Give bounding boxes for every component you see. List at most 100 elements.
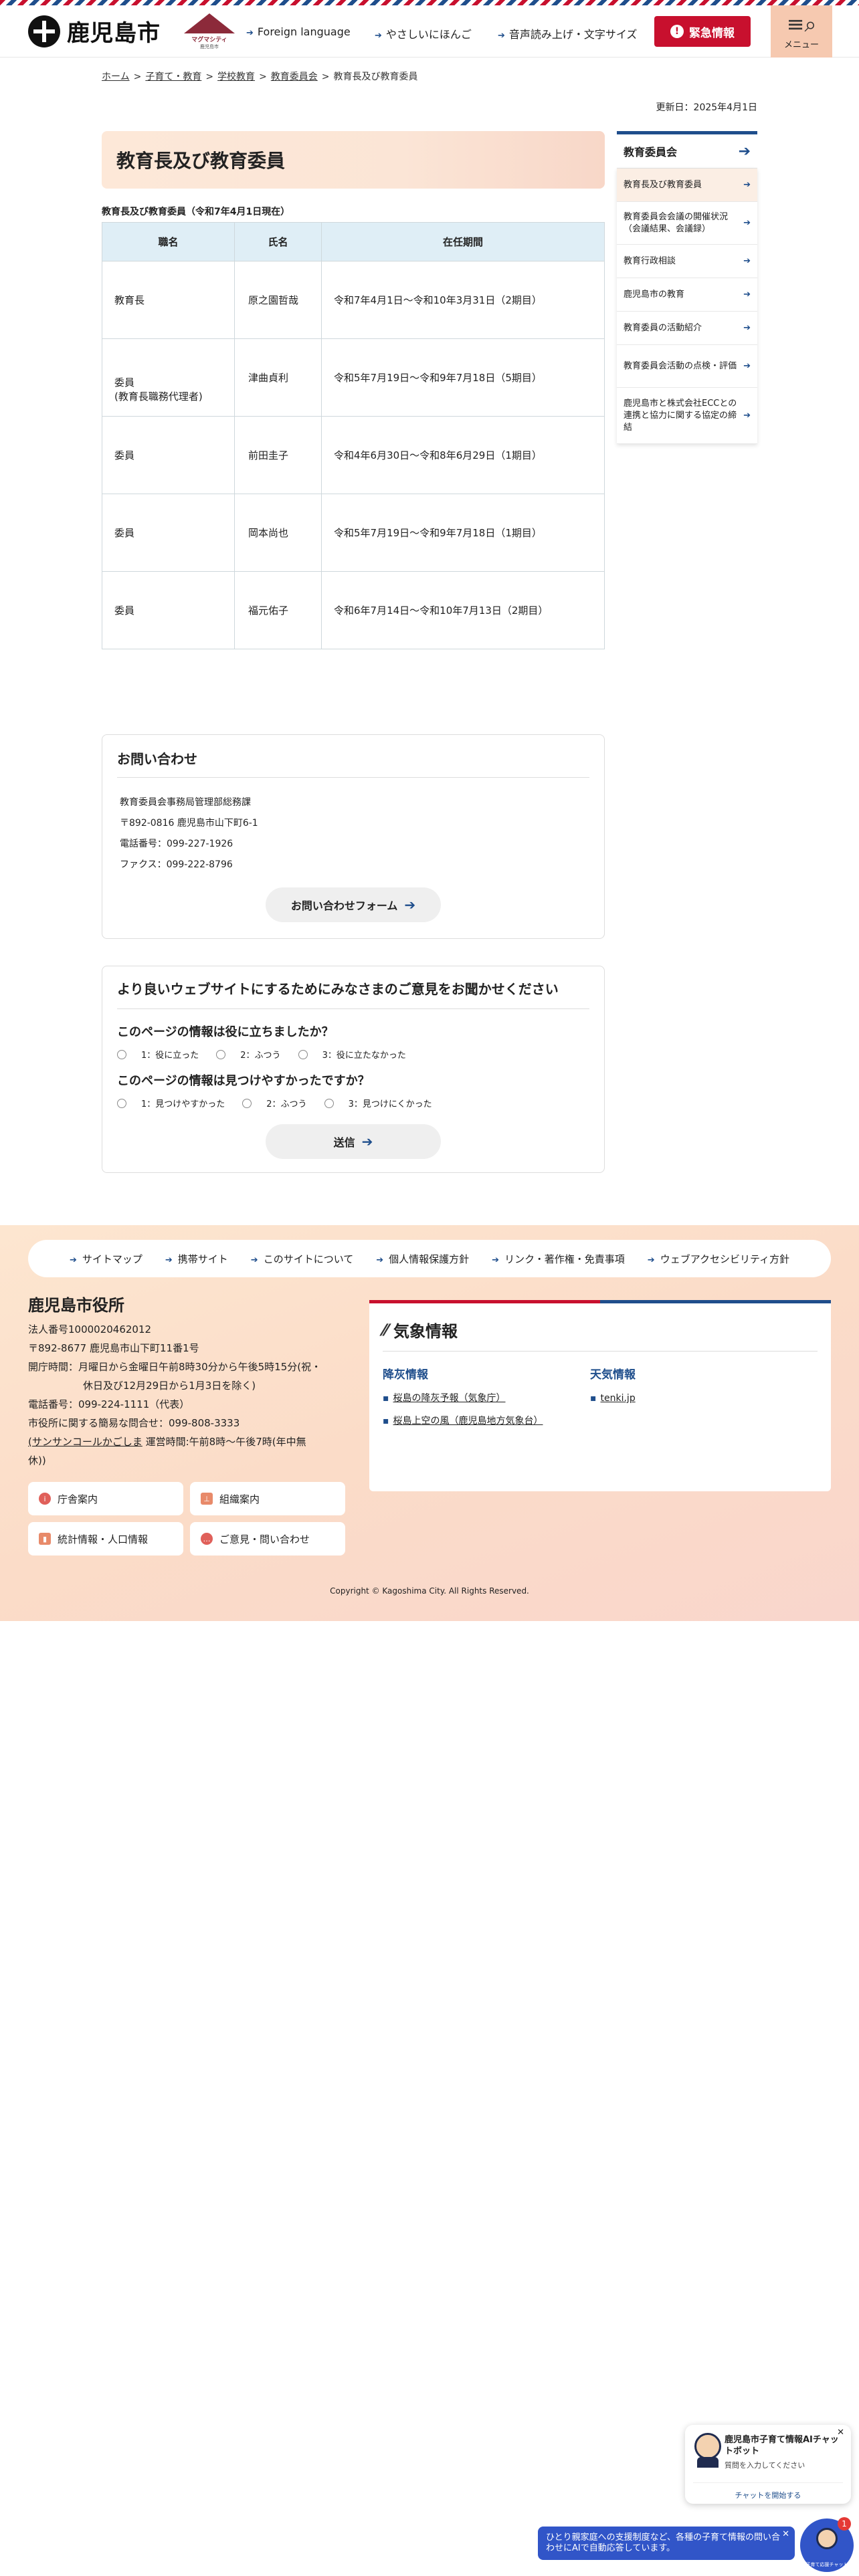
footer-link-mobile[interactable]: ➔ 携帯サイト xyxy=(165,1252,228,1266)
arrow-icon: ➔ xyxy=(375,31,382,41)
site-logo[interactable]: 鹿児島市 xyxy=(28,15,161,47)
updated-date: 更新日：2025年4月1日 xyxy=(656,102,757,113)
position-cell: 委員 xyxy=(102,571,235,649)
city-emblem-icon xyxy=(28,15,60,47)
foreign-language-link[interactable]: ➔ Foreign language xyxy=(246,25,351,38)
sidebar-item-ecc[interactable]: 鹿児島市と株式会社ECCとの連携と協力に関する協定の締結 ➔ xyxy=(617,388,757,444)
breadcrumb-school[interactable]: 学校教育 xyxy=(217,72,255,82)
office-address: 〒892-8677 鹿児島市山下町11番1号 xyxy=(28,1342,199,1354)
callcenter-link[interactable]: (サンサンコールかごしま xyxy=(28,1436,142,1448)
sidebar-item-education[interactable]: 鹿児島市の教育 ➔ xyxy=(617,278,757,312)
chatbot-title: 鹿児島市子育て情報AIチャットボット xyxy=(724,2435,839,2456)
breadcrumb-childcare[interactable]: 子育て・教育 xyxy=(145,72,201,82)
useful-option-1[interactable]: 1：役に立った xyxy=(117,1048,199,1061)
weather-column: 天気情報 tenki.jp xyxy=(590,1365,797,1432)
page-title: 教育長及び教育委員 xyxy=(116,150,286,172)
building-guide-button[interactable]: i 庁舎案内 xyxy=(28,1482,183,1515)
name-cell: 岡本尚也 xyxy=(234,494,322,572)
arrow-icon: ➔ xyxy=(743,179,751,190)
breadcrumb-board[interactable]: 教育委員会 xyxy=(271,72,318,82)
sidebar-item-evaluation[interactable]: 教育委員会活動の点検・評価 ➔ xyxy=(617,345,757,388)
sidebar-item-activities[interactable]: 教育委員の活動紹介 ➔ xyxy=(617,312,757,345)
contact-tel: 電話番号：099-227-1926 xyxy=(120,839,233,849)
footer-link-accessibility[interactable]: ➔ ウェブアクセシビリティ方針 xyxy=(648,1252,789,1266)
radio-icon[interactable] xyxy=(324,1098,334,1108)
arrow-icon: ➔ xyxy=(498,31,505,41)
arrow-icon: ➔ xyxy=(376,1255,384,1265)
ash-forecast-link[interactable]: 桜島の降灰予報（気象庁） xyxy=(393,1393,506,1404)
radio-icon[interactable] xyxy=(216,1049,226,1059)
question-useful: このページの情報は役に立ちましたか？ xyxy=(117,1025,334,1039)
magma-roof-icon xyxy=(184,13,235,33)
contact-heading: お問い合わせ xyxy=(117,748,589,778)
question-findable: このページの情報は見つけやすかったですか？ xyxy=(117,1074,370,1088)
menu-button[interactable]: ≡⌕ メニュー xyxy=(771,5,832,58)
chat-start-button[interactable]: チャットを開始する xyxy=(693,2482,843,2500)
findable-option-2[interactable]: 2：ふつう xyxy=(242,1097,307,1109)
sidebar-item-members[interactable]: 教育長及び教育委員 ➔ xyxy=(617,169,757,202)
statistics-button[interactable]: ▮ 統計情報・人口情報 xyxy=(28,1522,183,1555)
table-caption: 教育長及び教育委員（令和7年4月1日現在） xyxy=(102,207,290,217)
feedback-box: より良いウェブサイトにするためにみなさまのご意見をお聞かせください このページの… xyxy=(102,966,605,1173)
alert-icon: ! xyxy=(670,25,684,38)
table-row: 委員 前田圭子 令和4年6月30日〜令和8年6月29日（1期目） xyxy=(102,416,605,494)
radio-icon[interactable] xyxy=(242,1098,252,1108)
contact-form-button[interactable]: お問い合わせフォーム ➔ xyxy=(266,887,441,922)
name-cell: 津曲貞利 xyxy=(234,338,322,417)
sidebar-list: 教育長及び教育委員 ➔ 教育委員会会議の開催状況（会議結果、会議録） ➔ 教育行政相… xyxy=(617,169,757,444)
term-cell: 令和5年7月19日〜令和9年7月18日（1期目） xyxy=(321,494,605,572)
emergency-info-button[interactable]: ! 緊急情報 xyxy=(654,16,751,47)
footer-link-about[interactable]: ➔ このサイトについて xyxy=(251,1252,353,1266)
arrow-icon: ➔ xyxy=(743,217,751,228)
footer-link-sitemap[interactable]: ➔ サイトマップ xyxy=(70,1252,142,1266)
close-icon[interactable]: ✕ xyxy=(782,2529,789,2540)
arrow-icon: ➔ xyxy=(743,410,751,421)
footer-link-privacy[interactable]: ➔ 個人情報保護方針 xyxy=(376,1252,469,1266)
easy-japanese-link[interactable]: ➔ やさしいにほんご xyxy=(375,25,472,41)
findable-option-1[interactable]: 1：見つけやすかった xyxy=(117,1097,225,1109)
col-term: 在任期間 xyxy=(321,222,605,261)
term-cell: 令和5年7月19日〜令和9年7月18日（5期目） xyxy=(321,338,605,417)
footer-link-copyright[interactable]: ➔ リンク・著作権・免責事項 xyxy=(492,1252,625,1266)
chatbot-card[interactable]: ✕ 鹿児島市子育て情報AIチャットボット 質問を入力してください チャットを開始… xyxy=(685,2425,851,2504)
arrow-icon: ➔ xyxy=(69,1255,77,1265)
arrow-right-icon: ➔ xyxy=(361,1134,373,1150)
arrow-icon: ➔ xyxy=(743,322,751,333)
feedback-contact-button[interactable]: … ご意見・問い合わせ xyxy=(190,1522,345,1555)
useful-option-3[interactable]: 3：役に立たなかった xyxy=(298,1048,406,1061)
accessibility-link[interactable]: ➔ 音声読み上げ・文字サイズ xyxy=(498,25,637,41)
bar-chart-icon: ▮ xyxy=(39,1533,51,1545)
arrow-right-icon: ➔ xyxy=(404,897,416,913)
tenki-link[interactable]: tenki.jp xyxy=(601,1393,636,1404)
sidebar-item-meetings[interactable]: 教育委員会会議の開催状況（会議結果、会議録） ➔ xyxy=(617,202,757,245)
chatbot-subtitle: 質問を入力してください xyxy=(724,2461,805,2470)
table-row: 委員 (教育長職務代理者) 津曲貞利 令和5年7月19日〜令和9年7月18日（5期… xyxy=(102,338,605,417)
breadcrumb-home[interactable]: ホーム xyxy=(102,72,130,82)
arrow-icon: ➔ xyxy=(743,360,751,371)
breadcrumb-current: 教育長及び教育委員 xyxy=(333,72,418,82)
site-footer: ➔ サイトマップ ➔ 携帯サイト ➔ このサイトについて ➔ 個人情報保護方針 ➔ リンク… xyxy=(0,1225,859,1621)
useful-option-2[interactable]: 2：ふつう xyxy=(216,1048,281,1061)
weather-subheading: 天気情報 xyxy=(590,1368,636,1382)
sidebar-heading[interactable]: 教育委員会 ➔ xyxy=(617,131,757,169)
sidebar: 教育委員会 ➔ 教育長及び教育委員 ➔ 教育委員会会議の開催状況（会議結果、会議録… xyxy=(617,131,757,444)
magma-city-logo[interactable]: マグマシティ 鹿児島市 xyxy=(182,13,237,51)
sakurajima-wind-link[interactable]: 桜島上空の風（鹿児島地方気象台） xyxy=(393,1416,543,1426)
close-icon[interactable]: ✕ xyxy=(837,2428,844,2438)
speech-bubble-icon: … xyxy=(201,1533,213,1545)
table-row: 委員 福元佑子 令和6年7月14日〜令和10年7月13日（2期目） xyxy=(102,571,605,649)
footer-links: ➔ サイトマップ ➔ 携帯サイト ➔ このサイトについて ➔ 個人情報保護方針 ➔ リンク… xyxy=(28,1240,831,1277)
arrow-icon: ➔ xyxy=(492,1255,500,1265)
radio-icon[interactable] xyxy=(117,1049,126,1059)
radio-icon[interactable] xyxy=(298,1049,308,1059)
contact-address: 〒892-0816 鹿児島市山下町6-1 xyxy=(120,818,258,829)
callcenter-end: 休)) xyxy=(28,1455,46,1467)
radio-icon[interactable] xyxy=(117,1098,126,1108)
position-cell: 委員 xyxy=(102,416,235,494)
findable-option-3[interactable]: 3：見つけにくかった xyxy=(324,1097,432,1109)
chat-launcher-button[interactable]: 1 子育て応援チャット xyxy=(800,2517,854,2572)
chat-banner[interactable]: ひとり親家庭への支援制度など、各種の子育て情報の問い合わせにAIで自動応答してい… xyxy=(538,2527,795,2560)
sidebar-item-consultation[interactable]: 教育行政相談 ➔ xyxy=(617,245,757,278)
submit-button[interactable]: 送信 ➔ xyxy=(266,1124,441,1159)
organization-button[interactable]: ⊥ 組織案内 xyxy=(190,1482,345,1515)
